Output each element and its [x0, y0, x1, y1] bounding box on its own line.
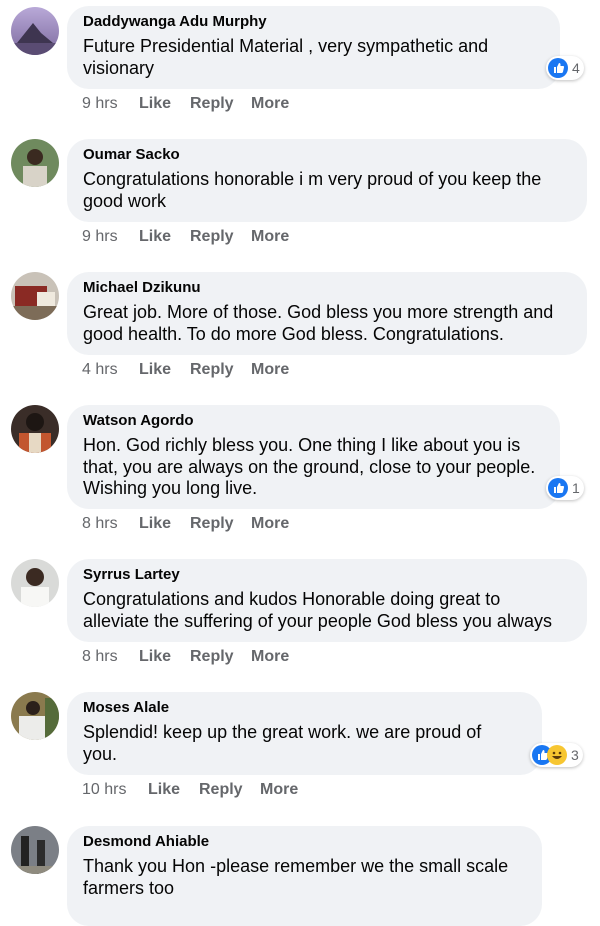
comment-text: Congratulations honorable i m very proud… [83, 169, 542, 211]
more-button[interactable]: More [251, 648, 289, 666]
reply-button[interactable]: Reply [190, 648, 234, 666]
like-button[interactable]: Like [139, 228, 171, 246]
reaction-summary[interactable]: 3 [530, 743, 583, 767]
avatar[interactable] [11, 405, 59, 453]
avatar-image [21, 568, 49, 607]
avatar-image [11, 286, 59, 320]
like-button[interactable]: Like [139, 515, 171, 533]
comment-bubble: Daddywanga Adu Murphy Future Presidentia… [67, 6, 560, 89]
comment-author[interactable]: Desmond Ahiable [83, 833, 526, 851]
comment-author[interactable]: Michael Dzikunu [83, 279, 571, 297]
avatar[interactable] [11, 826, 59, 874]
like-button[interactable]: Like [139, 648, 171, 666]
comment-text: Thank you Hon -please remember we the sm… [83, 856, 509, 898]
more-button[interactable]: More [251, 361, 289, 379]
avatar-image [11, 23, 59, 55]
comment-text: Splendid! keep up the great work. we are… [83, 722, 482, 764]
reply-button[interactable]: Reply [190, 228, 234, 246]
reply-button[interactable]: Reply [190, 515, 234, 533]
avatar[interactable] [11, 272, 59, 320]
like-icon [548, 58, 568, 78]
comment-time[interactable]: 10 hrs [82, 781, 126, 799]
more-button[interactable]: More [251, 228, 289, 246]
comment-author[interactable]: Syrrus Lartey [83, 566, 571, 584]
comment-time[interactable]: 4 hrs [82, 361, 118, 379]
reply-button[interactable]: Reply [190, 361, 234, 379]
avatar-image [11, 836, 59, 874]
like-button[interactable]: Like [139, 361, 171, 379]
more-button[interactable]: More [260, 781, 298, 799]
comment-bubble: Oumar Sacko Congratulations honorable i … [67, 139, 587, 222]
avatar-image [23, 149, 47, 187]
reaction-count: 3 [571, 747, 579, 763]
reply-button[interactable]: Reply [199, 781, 243, 799]
reaction-count: 4 [572, 60, 580, 76]
comment-author[interactable]: Watson Agordo [83, 412, 544, 430]
comment-time[interactable]: 9 hrs [82, 228, 118, 246]
like-icon [548, 478, 568, 498]
avatar-image [19, 413, 51, 453]
more-button[interactable]: More [251, 515, 289, 533]
comment-time[interactable]: 9 hrs [82, 95, 118, 113]
like-button[interactable]: Like [139, 95, 171, 113]
reaction-count: 1 [572, 480, 580, 496]
comment-bubble: Moses Alale Splendid! keep up the great … [67, 692, 542, 775]
reaction-summary[interactable]: 1 [546, 476, 584, 500]
comment-author[interactable]: Daddywanga Adu Murphy [83, 13, 544, 31]
avatar[interactable] [11, 559, 59, 607]
like-button[interactable]: Like [148, 781, 180, 799]
more-button[interactable]: More [251, 95, 289, 113]
avatar[interactable] [11, 139, 59, 187]
comment-bubble: Watson Agordo Hon. God richly bless you.… [67, 405, 560, 509]
comment-text: Congratulations and kudos Honorable doin… [83, 589, 552, 631]
reply-button[interactable]: Reply [190, 95, 234, 113]
comment-author[interactable]: Moses Alale [83, 699, 526, 717]
comment-text: Future Presidential Material , very symp… [83, 36, 489, 78]
comment-bubble: Desmond Ahiable Thank you Hon -please re… [67, 826, 542, 926]
comment-bubble: Syrrus Lartey Congratulations and kudos … [67, 559, 587, 642]
comment-author[interactable]: Oumar Sacko [83, 146, 571, 164]
haha-icon [547, 745, 567, 765]
avatar-image [19, 698, 59, 740]
avatar[interactable] [11, 692, 59, 740]
comment-time[interactable]: 8 hrs [82, 648, 118, 666]
avatar[interactable] [11, 7, 59, 55]
reaction-summary[interactable]: 4 [546, 56, 584, 80]
comment-time[interactable]: 8 hrs [82, 515, 118, 533]
comment-bubble: Michael Dzikunu Great job. More of those… [67, 272, 587, 355]
comment-text: Hon. God richly bless you. One thing I l… [83, 435, 536, 498]
comment-text: Great job. More of those. God bless you … [83, 302, 554, 344]
